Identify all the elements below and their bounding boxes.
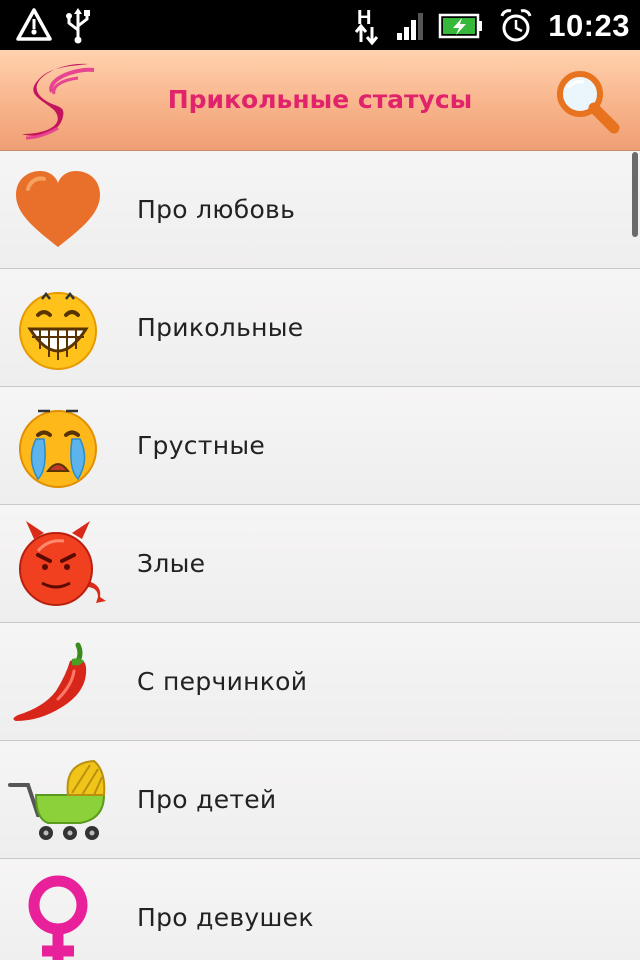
search-button[interactable] (552, 68, 622, 134)
list-item-label: С перчинкой (137, 667, 308, 696)
devil-smiley-icon (8, 517, 108, 609)
battery-charging-icon (438, 12, 484, 40)
list-item[interactable]: Про детей (0, 741, 640, 859)
list-item[interactable]: Грустные (0, 387, 640, 505)
alarm-icon (498, 7, 534, 45)
list-item-label: Про любовь (137, 195, 296, 224)
female-symbol-icon (8, 871, 108, 960)
clock: 10:23 (548, 8, 630, 43)
laughing-smiley-icon (8, 281, 108, 373)
magnifier-icon (557, 71, 620, 134)
list-item[interactable]: Про девушек (0, 859, 640, 960)
list-item[interactable]: С перчинкой (0, 623, 640, 741)
app-title-bar: Прикольные статусы (0, 50, 640, 151)
usb-icon (64, 6, 92, 44)
category-list: Про любовь Прикольные Грустные Злые С пе… (0, 151, 640, 960)
list-item[interactable]: Про любовь (0, 151, 640, 269)
chili-pepper-icon (8, 635, 108, 727)
crying-smiley-icon (8, 399, 108, 491)
signal-icon (396, 11, 424, 41)
baby-stroller-icon (8, 753, 108, 845)
list-item-label: Злые (137, 549, 206, 578)
warning-icon (16, 7, 52, 43)
list-item-label: Прикольные (137, 313, 304, 342)
app-title: Прикольные статусы (167, 85, 473, 114)
list-item-label: Грустные (137, 431, 266, 460)
hspa-data-icon: H (352, 5, 382, 47)
list-item-label: Про детей (137, 785, 277, 814)
status-bar: H 10:23 (0, 0, 640, 50)
list-item[interactable]: Злые (0, 505, 640, 623)
scrollbar[interactable] (632, 152, 638, 237)
svg-text:H: H (357, 7, 371, 29)
list-item-label: Про девушек (137, 903, 314, 932)
list-item[interactable]: Прикольные (0, 269, 640, 387)
heart-icon (8, 163, 108, 255)
